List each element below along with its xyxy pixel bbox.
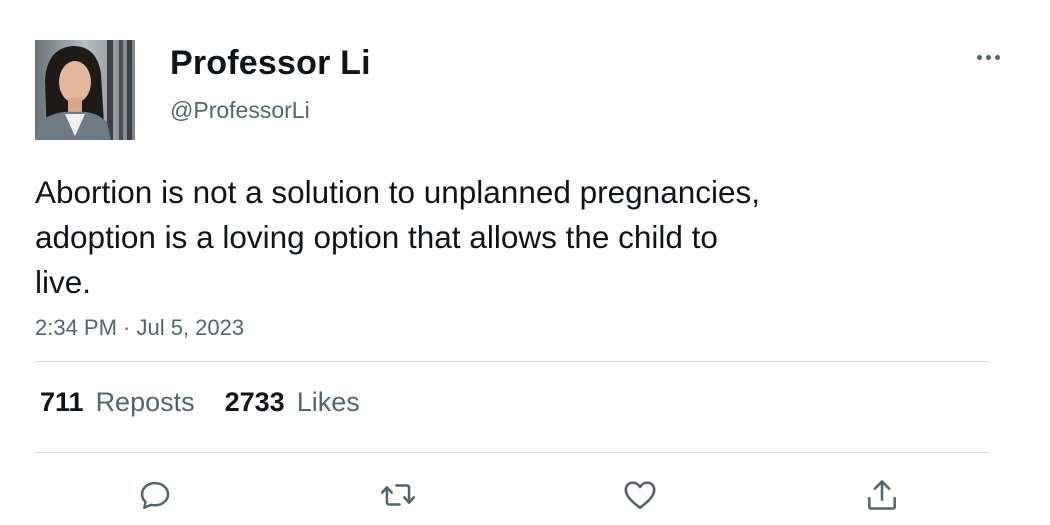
avatar-photo (35, 40, 135, 140)
more-options-button[interactable] (968, 42, 1008, 72)
reposts-count: 711 (40, 387, 84, 417)
repost-button[interactable] (376, 473, 420, 517)
more-options-icon (976, 54, 982, 60)
user-handle[interactable]: @ProfessorLi (170, 97, 310, 124)
likes-count: 2733 (224, 387, 285, 417)
likes-stat[interactable]: 2733 Likes (225, 387, 360, 418)
repost-icon (380, 484, 416, 506)
share-button[interactable] (860, 473, 904, 517)
action-bar (0, 473, 1050, 518)
tweet-text: Abortion is not a solution to unplanned … (35, 174, 761, 300)
reply-button[interactable] (133, 473, 177, 517)
engagement-stats: 711 Reposts 2733 Likes (40, 387, 390, 418)
divider (35, 452, 989, 453)
heart-icon (624, 481, 656, 509)
reply-icon (140, 481, 170, 509)
likes-label: Likes (296, 387, 360, 417)
reposts-label: Reposts (95, 387, 195, 417)
share-icon (868, 480, 896, 510)
avatar[interactable] (35, 40, 135, 140)
tweet-timestamp[interactable]: 2:34 PM · Jul 5, 2023 (35, 315, 244, 341)
reposts-stat[interactable]: 711 Reposts (40, 387, 195, 418)
tweet-card: Professor Li @ProfessorLi Abortion is no… (0, 0, 1050, 525)
display-name[interactable]: Professor Li (170, 44, 371, 83)
divider (35, 361, 989, 362)
like-button[interactable] (618, 473, 662, 517)
